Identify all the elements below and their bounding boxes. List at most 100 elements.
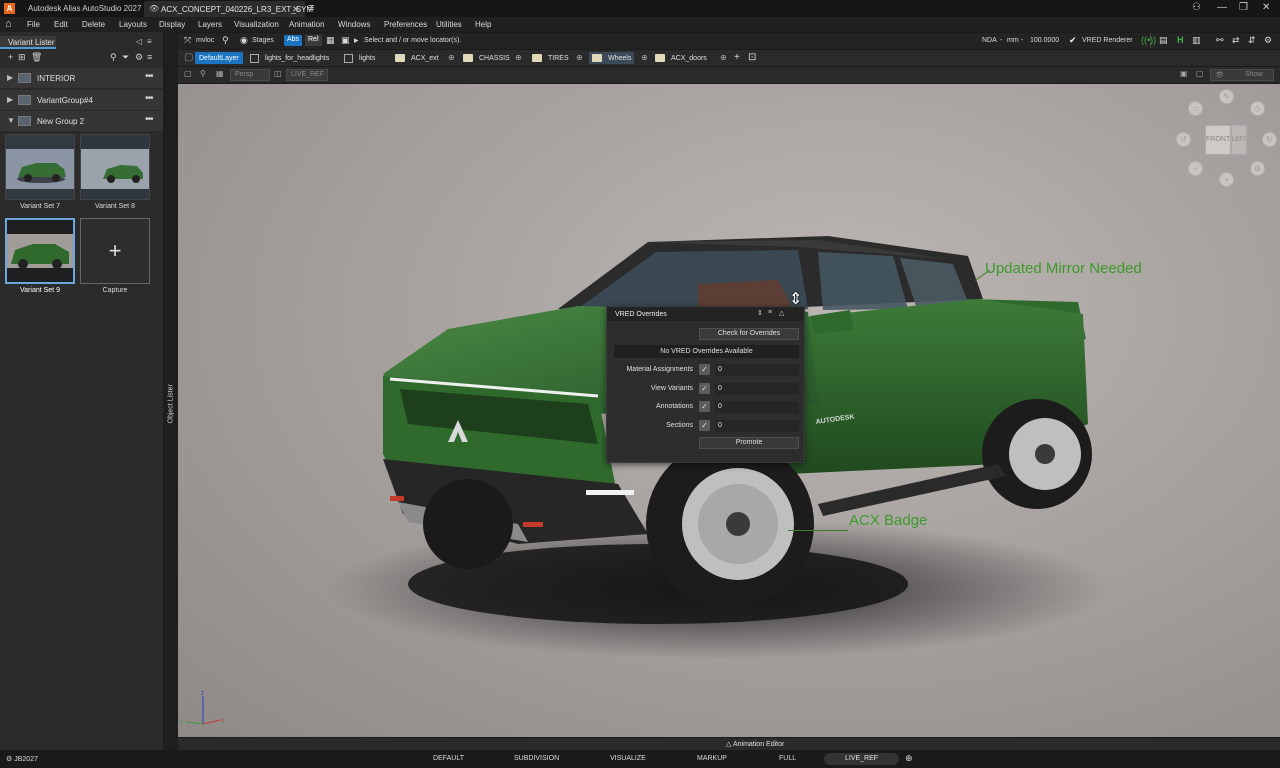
checkbox-icon[interactable] — [250, 53, 259, 63]
collapse-panel-icon[interactable]: ◁ — [136, 37, 142, 46]
play-icon[interactable]: ▸ — [354, 35, 359, 46]
stages-button[interactable]: Stages — [252, 37, 274, 44]
rotate-left-icon[interactable]: ↺ — [1176, 132, 1191, 147]
grid-icon[interactable]: ▦ — [216, 69, 224, 78]
cube-front-face[interactable]: FRONT — [1205, 125, 1231, 155]
layer-chip[interactable]: ACX_ext — [395, 52, 439, 64]
mode-live-ref[interactable]: LIVE_REF — [824, 753, 899, 765]
menu-display[interactable]: Display — [159, 20, 185, 29]
layer-chip[interactable]: ACX_doors — [655, 52, 707, 64]
search-icon[interactable]: ⚲ — [110, 52, 117, 63]
variant-card[interactable]: Variant Set 7 — [5, 134, 75, 216]
group-row[interactable]: ▼ New Group 2 ••• — [0, 111, 163, 131]
layer-chip[interactable]: lights_for_headlights — [250, 52, 329, 64]
document-tab[interactable]: 👁 ACX_CONCEPT_040226_LR3_EXT_SYM ✕ — [144, 1, 313, 17]
rotate-right-icon[interactable]: ↻ — [1262, 132, 1277, 147]
cube[interactable]: FRONT LEFT — [1205, 125, 1247, 155]
override-checkbox[interactable]: ✓ — [699, 364, 710, 375]
annotation-mirror[interactable]: Updated Mirror Needed — [985, 260, 1142, 277]
transfer-icon[interactable]: ⇵ — [1248, 35, 1256, 46]
layer-chip[interactable]: lights — [344, 52, 375, 64]
gear-icon[interactable]: ⚙ — [1264, 35, 1272, 46]
more-icon[interactable]: ••• — [145, 71, 153, 82]
group-row[interactable]: ▶ VariantGroup#4 ••• — [0, 90, 163, 110]
close-window-icon[interactable]: ✕ — [1262, 2, 1270, 13]
mode-visualize[interactable]: VISUALIZE — [610, 755, 646, 762]
menu-help[interactable]: Help — [475, 20, 491, 29]
cube-left-face[interactable]: LEFT — [1231, 125, 1247, 155]
mode-subdivision[interactable]: SUBDIVISION — [514, 755, 559, 762]
menu-layers[interactable]: Layers — [198, 20, 222, 29]
rel-toggle[interactable]: Rel — [305, 35, 322, 46]
grid-icon[interactable]: ▦ — [326, 35, 335, 46]
animation-editor-bar[interactable]: △ Animation Editor — [178, 738, 1280, 750]
promote-button[interactable]: Promote — [699, 437, 799, 449]
link-icon[interactable]: ⚯ — [1216, 35, 1224, 46]
window-icon[interactable]: ▢ — [1196, 69, 1204, 78]
connect-icon[interactable]: ⇄ — [1232, 35, 1240, 46]
menu-delete[interactable]: Delete — [82, 20, 105, 29]
mode-full[interactable]: FULL — [779, 755, 796, 762]
settings-icon[interactable]: ⚙ — [1250, 161, 1265, 176]
panel-menu-icon[interactable]: ≡ — [147, 37, 152, 46]
ref-icon[interactable]: ◫ — [274, 69, 282, 78]
search-icon[interactable]: ⊕ — [448, 53, 455, 62]
annotation-badge[interactable]: ACX Badge — [849, 512, 927, 529]
variant-card[interactable]: Variant Set 8 — [80, 134, 150, 216]
tab-menu-icon[interactable]: ≡ — [308, 2, 314, 14]
check-for-overrides-button[interactable]: Check for Overrides — [699, 328, 799, 340]
layer-visibility-icon[interactable]: ▢ — [184, 52, 193, 63]
user-status[interactable]: ⚙ JB2027 — [6, 755, 38, 763]
h-icon[interactable]: H — [1177, 35, 1184, 45]
search-icon[interactable]: ⊕ — [641, 53, 648, 62]
search-icon[interactable]: ⊕ — [576, 53, 583, 62]
layout-icon[interactable]: ▥ — [1192, 35, 1201, 46]
expand-icon[interactable]: ▶ — [7, 95, 13, 104]
move-locator-icon[interactable]: ⤧ — [184, 35, 191, 46]
search-icon[interactable]: ⊕ — [720, 53, 727, 62]
menu-utilities[interactable]: Utilities — [436, 20, 462, 29]
object-lister-sidebar[interactable]: Object Lister — [163, 32, 178, 750]
live-link-icon[interactable]: ((•)) — [1141, 35, 1156, 45]
corner-view-icon[interactable]: ◇ — [1250, 101, 1265, 116]
zoom-out-icon[interactable]: − — [1188, 161, 1203, 176]
layer-chip[interactable]: CHASSIS — [463, 52, 510, 64]
layer-chip[interactable]: TIRES — [532, 52, 569, 64]
menu-layouts[interactable]: Layouts — [119, 20, 147, 29]
user-icon[interactable]: ⚇ — [1192, 2, 1201, 13]
mode-markup[interactable]: MARKUP — [697, 755, 727, 762]
menu-file[interactable]: File — [27, 20, 40, 29]
settings-icon[interactable]: ⚙ — [135, 52, 143, 63]
stages-icon[interactable]: ◉ — [240, 35, 248, 46]
capture-card[interactable]: + Capture — [80, 218, 150, 300]
close-tab-icon[interactable]: ✕ — [292, 4, 300, 15]
move-panel-icon[interactable]: ⇕ — [757, 309, 763, 317]
add-group-icon[interactable]: ⊞ — [18, 52, 26, 63]
add-layer-icon[interactable]: + — [734, 52, 740, 63]
layer-chip-selected[interactable]: Wheels — [589, 52, 635, 64]
filter-icon[interactable]: ⏷ — [122, 52, 129, 63]
add-mode-icon[interactable]: ⊕ — [905, 753, 913, 764]
expand-icon[interactable]: ▶ — [7, 73, 13, 82]
more-icon[interactable]: ••• — [145, 93, 153, 104]
override-checkbox[interactable]: ✓ — [699, 401, 710, 412]
restore-icon[interactable]: ❐ — [1239, 2, 1248, 13]
abs-toggle[interactable]: Abs — [284, 35, 303, 46]
camera-field[interactable]: Persp — [230, 69, 270, 81]
home-view-icon[interactable]: ⌂ — [1188, 101, 1203, 116]
renderer-label[interactable]: VRED Renderer — [1082, 37, 1133, 44]
menu-windows[interactable]: Windows — [338, 20, 370, 29]
view-cube[interactable]: ✎ ⌂ ◇ ↺ ↻ − ⚙ + FRONT LEFT — [1175, 88, 1279, 192]
override-checkbox[interactable]: ✓ — [699, 420, 710, 431]
variant-card-selected[interactable]: Variant Set 9 — [5, 218, 75, 300]
layer-options-icon[interactable]: ⊡ — [748, 52, 756, 63]
layer-default[interactable]: DefaultLayer — [195, 52, 243, 64]
variant-lister-tab[interactable]: Variant Lister — [0, 36, 56, 49]
lock-icon[interactable]: ▣ — [1180, 69, 1188, 78]
search-icon[interactable]: ⊕ — [515, 53, 522, 62]
more-icon[interactable]: ••• — [145, 114, 153, 125]
mode-default[interactable]: DEFAULT — [433, 755, 464, 762]
snap-icon[interactable]: ▣ — [341, 35, 350, 46]
minimize-icon[interactable]: — — [1217, 2, 1227, 13]
orbit-up-icon[interactable]: ✎ — [1219, 89, 1234, 104]
